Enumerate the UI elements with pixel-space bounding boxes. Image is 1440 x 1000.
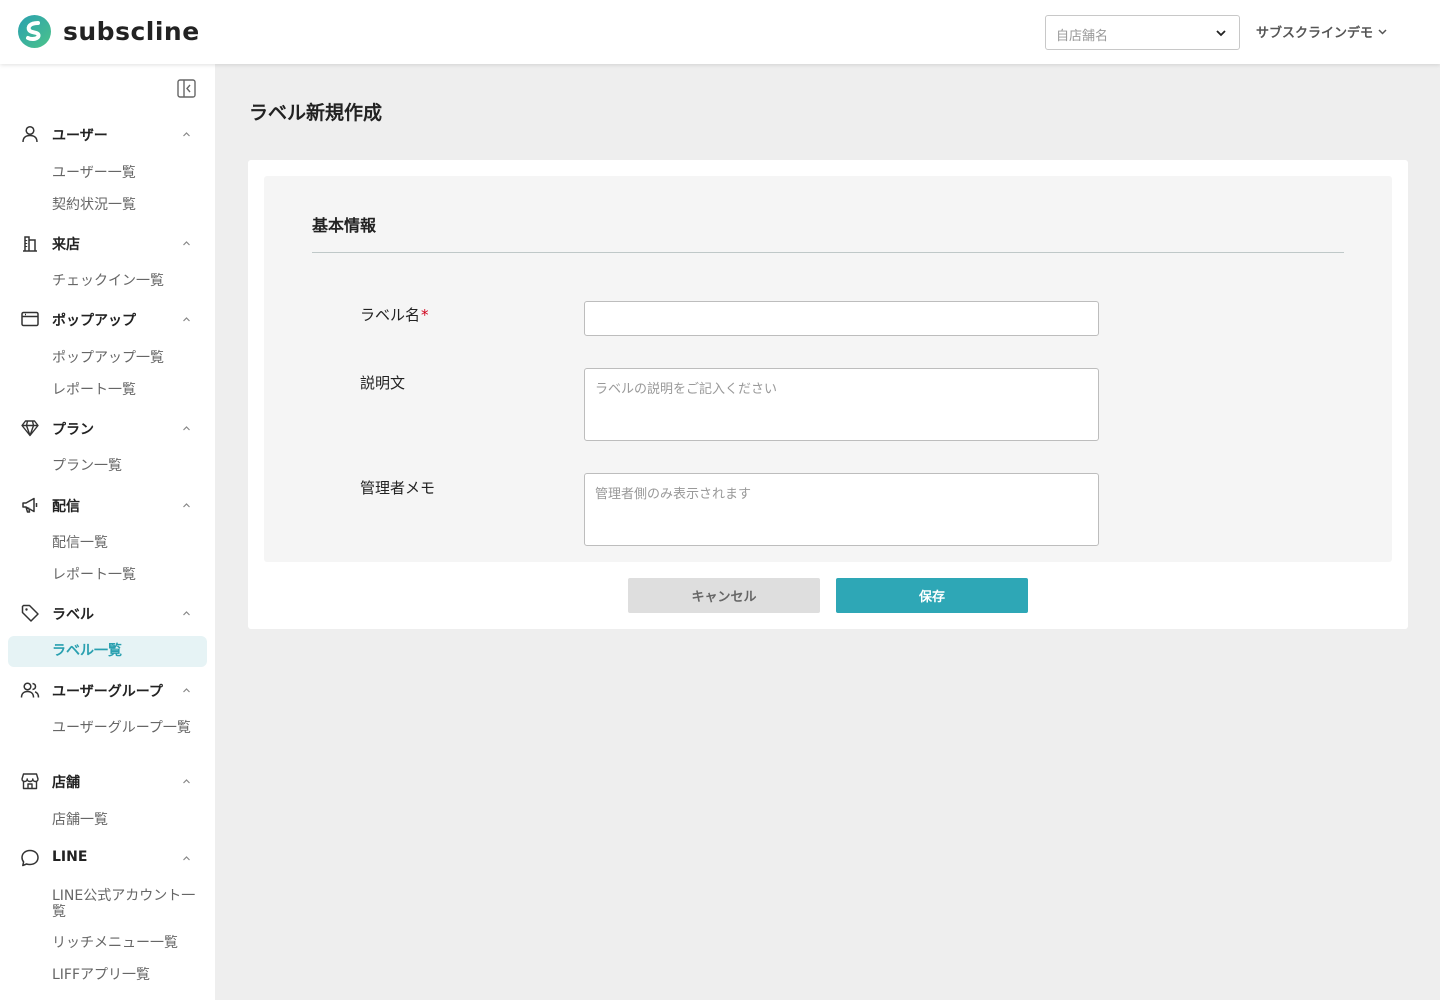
megaphone-icon	[22, 497, 38, 513]
chevron-up-icon	[183, 317, 190, 322]
subscline-logo-icon	[18, 15, 51, 48]
label-name-input[interactable]	[584, 301, 1099, 336]
chat-bubble-icon	[21, 849, 39, 867]
sidebar-section-label[interactable]: ラベル	[0, 601, 215, 625]
page-title: ラベル新規作成	[249, 102, 383, 124]
sidebar-section-popup[interactable]: ポップアップ	[0, 307, 215, 331]
section-title: 基本情報	[312, 216, 377, 235]
sidebar-item-richmenu-list[interactable]: リッチメニュー一覧	[52, 935, 197, 951]
sidebar-item-popup-report-list[interactable]: レポート一覧	[52, 382, 197, 398]
chevron-up-icon	[183, 132, 190, 137]
user-icon	[22, 125, 38, 143]
sidebar-section-label: プラン	[52, 422, 94, 438]
sidebar-item-store-list[interactable]: 店舗一覧	[52, 812, 197, 828]
store-icon	[21, 773, 39, 790]
sidebar-item-usergroup-list[interactable]: ユーザーグループ一覧	[52, 720, 197, 736]
save-button[interactable]: 保存	[836, 578, 1028, 613]
store-select-placeholder: 自店舗名	[1056, 29, 1109, 44]
sidebar-item-liff-list[interactable]: LIFFアプリ一覧	[52, 967, 197, 983]
required-mark: *	[421, 306, 429, 324]
sidebar-section-line[interactable]: LINE	[0, 846, 215, 870]
diamond-icon	[21, 420, 39, 437]
form-card: 基本情報 ラベル名* 説明文 管理者メモ キャンセル 保存	[248, 160, 1408, 629]
sidebar-section-usergroup[interactable]: ユーザーグループ	[0, 678, 215, 702]
sidebar-section-label: 配信	[52, 499, 80, 515]
sidebar-section-label: LINE	[52, 849, 88, 865]
window-icon	[21, 311, 39, 327]
sidebar-section-user[interactable]: ユーザー	[0, 122, 215, 146]
sidebar-section-label: ユーザー	[52, 128, 108, 144]
chevron-up-icon	[183, 426, 190, 431]
sidebar-section-plan[interactable]: プラン	[0, 416, 215, 440]
sidebar-item-label-list[interactable]: ラベル一覧	[8, 636, 207, 667]
chevron-down-icon	[1378, 29, 1387, 35]
users-icon	[20, 682, 40, 698]
sidebar-item-delivery-report-list[interactable]: レポート一覧	[52, 567, 197, 583]
account-menu[interactable]: サブスクラインデモ	[1256, 22, 1388, 41]
sidebar-section-delivery[interactable]: 配信	[0, 493, 215, 517]
sidebar-section-label: ポップアップ	[52, 313, 136, 329]
sidebar-item-plan-list[interactable]: プラン一覧	[52, 458, 197, 474]
brand-name: subscline	[63, 17, 200, 46]
sidebar-section-store[interactable]: 店舗	[0, 769, 215, 793]
description-textarea[interactable]	[584, 368, 1099, 441]
admin-memo-textarea[interactable]	[584, 473, 1099, 546]
sidebar-item-delivery-list[interactable]: 配信一覧	[52, 535, 197, 551]
tag-icon	[21, 604, 39, 622]
sidebar-item-popup-list[interactable]: ポップアップ一覧	[52, 350, 197, 366]
top-header: subscline 自店舗名 サブスクラインデモ	[0, 0, 1440, 64]
chevron-up-icon	[183, 688, 190, 693]
chevron-down-icon	[1216, 30, 1226, 37]
chevron-up-icon	[183, 779, 190, 784]
chevron-up-icon	[183, 503, 190, 508]
sidebar-item-contract-list[interactable]: 契約状況一覧	[52, 197, 197, 213]
chevron-up-icon	[183, 611, 190, 616]
sidebar-section-label: 店舗	[52, 775, 80, 791]
sidebar-section-visit[interactable]: 来店	[0, 231, 215, 255]
sidebar-section-label: ラベル	[52, 607, 94, 623]
chevron-up-icon	[183, 241, 190, 246]
sidebar: ユーザー ユーザー一覧 契約状況一覧 来店 チェックイン一覧 ポップアップ ポッ…	[0, 64, 215, 1000]
basic-info-panel: 基本情報 ラベル名* 説明文 管理者メモ	[264, 176, 1392, 562]
store-select[interactable]: 自店舗名	[1045, 15, 1240, 50]
cancel-button[interactable]: キャンセル	[628, 578, 820, 613]
sidebar-item-checkin-list[interactable]: チェックイン一覧	[52, 273, 197, 289]
section-divider	[312, 252, 1344, 253]
sidebar-section-label: ユーザーグループ	[52, 684, 163, 700]
label-name-text: ラベル名	[360, 306, 421, 324]
description-label: 説明文	[360, 374, 406, 392]
chevron-up-icon	[183, 856, 190, 861]
sidebar-item-user-list[interactable]: ユーザー一覧	[52, 165, 197, 181]
sidebar-item-line-account-list[interactable]: LINE公式アカウント一覧	[52, 888, 197, 920]
sidebar-section-label: 来店	[52, 237, 80, 253]
label-name-label: ラベル名*	[360, 304, 429, 325]
admin-memo-label: 管理者メモ	[360, 479, 436, 497]
sidebar-collapse-icon[interactable]	[177, 79, 196, 98]
account-name: サブスクラインデモ	[1256, 26, 1374, 41]
brand-logo[interactable]: subscline	[16, 15, 200, 48]
building-icon	[23, 236, 37, 252]
